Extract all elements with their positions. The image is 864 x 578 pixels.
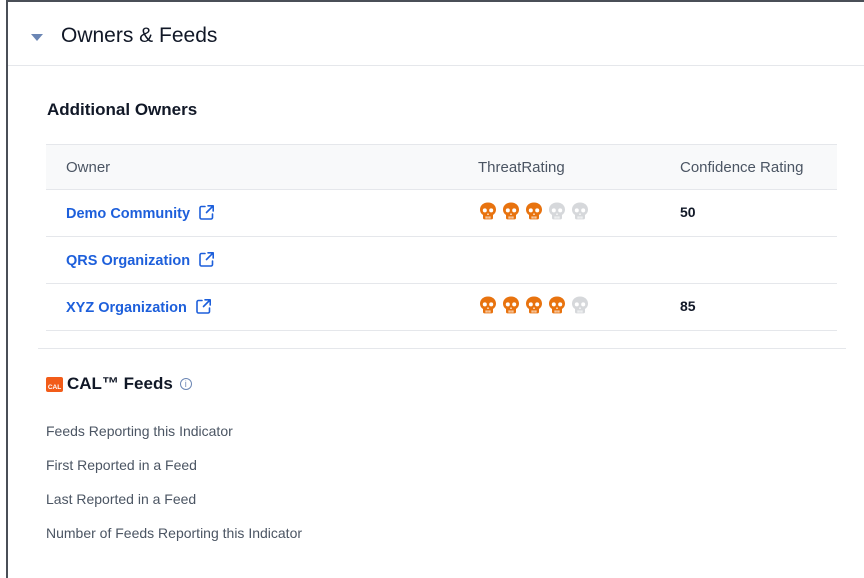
- owner-cell: Demo Community: [66, 204, 215, 225]
- table-row: QRS Organization: [46, 237, 837, 284]
- table-header: Owner ThreatRating Confidence Rating: [46, 144, 837, 190]
- skull-icon: [572, 296, 588, 314]
- panel-header[interactable]: Owners & Feeds: [8, 2, 864, 66]
- skull-icon: [503, 296, 519, 314]
- external-link-icon[interactable]: [198, 204, 215, 225]
- threat-rating: [478, 201, 590, 221]
- skull-icon: [572, 202, 588, 220]
- panel-title: Owners & Feeds: [61, 24, 218, 47]
- table-row: XYZ Organization 85: [46, 284, 837, 331]
- column-threat-rating: ThreatRating: [478, 159, 565, 176]
- confidence-value: 50: [680, 204, 696, 220]
- section-divider: [38, 348, 846, 349]
- caret-down-icon[interactable]: [31, 34, 43, 41]
- skull-icon: [503, 202, 519, 220]
- skull-icon: [526, 296, 542, 314]
- owner-link[interactable]: QRS Organization: [66, 253, 190, 269]
- external-link-icon[interactable]: [195, 298, 212, 319]
- column-confidence-rating: Confidence Rating: [680, 159, 804, 176]
- owner-cell: QRS Organization: [66, 251, 215, 272]
- skull-icon: [549, 296, 565, 314]
- cal-feeds-title: CAL CAL™ Feeds i: [46, 374, 192, 394]
- table-row: Demo Community 50: [46, 190, 837, 237]
- feed-label-reporting: Feeds Reporting this Indicator: [46, 423, 233, 439]
- external-link-icon[interactable]: [198, 251, 215, 272]
- feed-label-last-reported: Last Reported in a Feed: [46, 491, 197, 507]
- skull-icon: [480, 202, 496, 220]
- info-circle-icon[interactable]: i: [179, 378, 192, 390]
- cal-feeds-label: CAL™ Feeds: [67, 374, 173, 393]
- additional-owners-title: Additional Owners: [47, 100, 198, 119]
- feed-label-first-reported: First Reported in a Feed: [46, 457, 197, 473]
- threat-rating: [478, 295, 590, 315]
- column-owner: Owner: [66, 159, 111, 176]
- feed-label-number-of-feeds: Number of Feeds Reporting this Indicator: [46, 525, 303, 541]
- skull-icon: [526, 202, 542, 220]
- skull-icon: [480, 296, 496, 314]
- cal-logo-icon: CAL: [46, 376, 63, 392]
- owner-cell: XYZ Organization: [66, 298, 212, 319]
- owner-link[interactable]: Demo Community: [66, 206, 190, 222]
- owner-link[interactable]: XYZ Organization: [66, 300, 187, 316]
- skull-icon: [549, 202, 565, 220]
- owners-table: Owner ThreatRating Confidence Rating Dem…: [46, 144, 837, 331]
- confidence-value: 85: [680, 298, 696, 314]
